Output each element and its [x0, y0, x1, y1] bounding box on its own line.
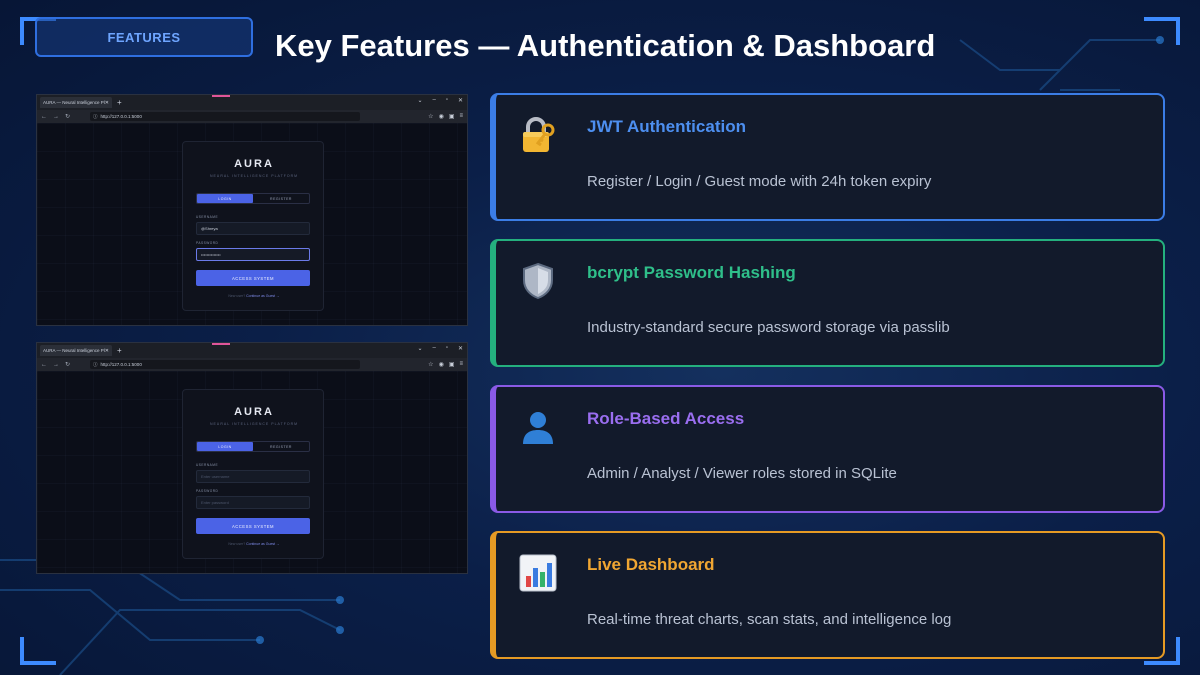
continue-as-guest-link[interactable]: Continue as Guest →	[246, 542, 279, 546]
browser-tab-title: AURA — Neural Intelligence Platfor	[43, 100, 105, 105]
slide-title: Key Features — Authentication & Dashboar…	[275, 28, 936, 63]
access-system-button[interactable]: ACCESS SYSTEM	[196, 518, 310, 534]
accent-bar	[212, 343, 230, 345]
tab-login[interactable]: LOGIN	[197, 194, 253, 203]
close-window-icon[interactable]: ✕	[458, 345, 463, 352]
feature-card-jwt: JWT Authentication Register / Login / Gu…	[490, 93, 1165, 221]
feature-card-roles: Role-Based Access Admin / Analyst / View…	[490, 385, 1165, 513]
page-viewport: AURA NEURAL INTELLIGENCE PLATFORM LOGIN …	[37, 371, 467, 573]
accent-bar	[212, 95, 230, 97]
browser-nav-bar: ← → ↻ ⓘ http://127.0.0.1:5000 ☆ ◉ ▣ ≡	[37, 110, 467, 123]
guest-prefix: New user?	[228, 542, 246, 546]
close-tab-icon[interactable]: ✕	[105, 100, 109, 106]
window-controls: ⌄ – ▫ ✕	[417, 97, 463, 104]
minimize-icon[interactable]: –	[432, 97, 435, 104]
forward-arrow-icon[interactable]: →	[53, 114, 59, 120]
login-screenshot-filled: AURA — Neural Intelligence Platfor ✕ + ⌄…	[36, 94, 468, 326]
feature-card-dashboard: Live Dashboard Real-time threat charts, …	[490, 531, 1165, 659]
account-icon[interactable]: ◉	[439, 113, 444, 120]
browser-tab-bar: AURA — Neural Intelligence Platfor ✕ + ⌄…	[37, 95, 467, 110]
maximize-icon[interactable]: ▫	[446, 97, 448, 104]
page-viewport: AURA NEURAL INTELLIGENCE PLATFORM LOGIN …	[37, 123, 467, 325]
auth-mode-toggle: LOGIN REGISTER	[196, 193, 310, 204]
app-logo: AURA	[234, 406, 274, 418]
tab-login[interactable]: LOGIN	[197, 442, 253, 451]
feature-description: Register / Login / Guest mode with 24h t…	[587, 173, 932, 190]
back-arrow-icon[interactable]: ←	[41, 362, 47, 368]
padlock-key-icon	[518, 115, 558, 155]
browser-tab-title: AURA — Neural Intelligence Platfor	[43, 348, 105, 353]
feature-card-bcrypt: bcrypt Password Hashing Industry-standar…	[490, 239, 1165, 367]
corner-bracket-bottom-left	[20, 637, 56, 665]
forward-arrow-icon[interactable]: →	[53, 362, 59, 368]
feature-title: JWT Authentication	[587, 117, 746, 136]
chevron-down-icon[interactable]: ⌄	[417, 345, 422, 352]
username-label: USERNAME	[196, 463, 219, 467]
user-silhouette-icon	[518, 407, 558, 447]
guest-prefix: New user?	[228, 294, 246, 298]
login-card: AURA NEURAL INTELLIGENCE PLATFORM LOGIN …	[182, 389, 324, 559]
menu-icon[interactable]: ≡	[459, 361, 463, 368]
username-field[interactable]: Enter username	[196, 470, 310, 483]
password-label: PASSWORD	[196, 241, 219, 245]
reload-icon[interactable]: ↻	[65, 361, 70, 368]
bookmark-star-icon[interactable]: ☆	[428, 361, 433, 368]
username-label: USERNAME	[196, 215, 219, 219]
feature-description: Admin / Analyst / Viewer roles stored in…	[587, 465, 897, 482]
password-field[interactable]: Enter password	[196, 496, 310, 509]
extensions-icon[interactable]: ▣	[449, 361, 455, 368]
guest-row: New user? Continue as Guest →	[183, 542, 325, 546]
tab-register[interactable]: REGISTER	[253, 194, 309, 203]
close-window-icon[interactable]: ✕	[458, 97, 463, 104]
corner-bracket-top-right	[1144, 17, 1180, 45]
browser-tab[interactable]: AURA — Neural Intelligence Platfor ✕	[40, 345, 112, 356]
feature-title: bcrypt Password Hashing	[587, 263, 796, 282]
address-bar[interactable]: ⓘ http://127.0.0.1:5000	[90, 112, 361, 121]
auth-mode-toggle: LOGIN REGISTER	[196, 441, 310, 452]
browser-nav-bar: ← → ↻ ⓘ http://127.0.0.1:5000 ☆ ◉ ▣ ≡	[37, 358, 467, 371]
url-text: http://127.0.0.1:5000	[100, 362, 142, 367]
minimize-icon[interactable]: –	[432, 345, 435, 352]
login-screenshot-empty: AURA — Neural Intelligence Platfor ✕ + ⌄…	[36, 342, 468, 574]
login-card: AURA NEURAL INTELLIGENCE PLATFORM LOGIN …	[182, 141, 324, 311]
feature-description: Real-time threat charts, scan stats, and…	[587, 611, 952, 628]
maximize-icon[interactable]: ▫	[446, 345, 448, 352]
back-arrow-icon[interactable]: ←	[41, 114, 47, 120]
feature-title: Live Dashboard	[587, 555, 715, 574]
toolbar-icons: ☆ ◉ ▣ ≡	[428, 361, 463, 368]
app-subtitle: NEURAL INTELLIGENCE PLATFORM	[209, 422, 299, 426]
address-bar[interactable]: ⓘ http://127.0.0.1:5000	[90, 360, 361, 369]
new-tab-icon[interactable]: +	[117, 98, 122, 107]
window-controls: ⌄ – ▫ ✕	[417, 345, 463, 352]
browser-tab-bar: AURA — Neural Intelligence Platfor ✕ + ⌄…	[37, 343, 467, 358]
password-label: PASSWORD	[196, 489, 219, 493]
reload-icon[interactable]: ↻	[65, 113, 70, 120]
app-logo: AURA	[234, 158, 274, 170]
close-tab-icon[interactable]: ✕	[105, 348, 109, 354]
shield-icon	[518, 261, 558, 301]
menu-icon[interactable]: ≡	[459, 113, 463, 120]
feature-description: Industry-standard secure password storag…	[587, 319, 950, 336]
feature-title: Role-Based Access	[587, 409, 745, 428]
username-field[interactable]: @Shreya	[196, 222, 310, 235]
tab-register[interactable]: REGISTER	[253, 442, 309, 451]
extensions-icon[interactable]: ▣	[449, 113, 455, 120]
app-subtitle: NEURAL INTELLIGENCE PLATFORM	[209, 174, 299, 178]
bar-chart-icon	[518, 553, 558, 593]
continue-as-guest-link[interactable]: Continue as Guest →	[246, 294, 279, 298]
password-field[interactable]: ••••••••••••••	[196, 248, 310, 261]
account-icon[interactable]: ◉	[439, 361, 444, 368]
site-info-icon: ⓘ	[93, 361, 98, 367]
site-info-icon: ⓘ	[93, 113, 98, 119]
chevron-down-icon[interactable]: ⌄	[417, 97, 422, 104]
bookmark-star-icon[interactable]: ☆	[428, 113, 433, 120]
guest-row: New user? Continue as Guest →	[183, 294, 325, 298]
section-tag: FEATURES	[35, 17, 253, 57]
toolbar-icons: ☆ ◉ ▣ ≡	[428, 113, 463, 120]
browser-tab[interactable]: AURA — Neural Intelligence Platfor ✕	[40, 97, 112, 108]
new-tab-icon[interactable]: +	[117, 346, 122, 355]
access-system-button[interactable]: ACCESS SYSTEM	[196, 270, 310, 286]
url-text: http://127.0.0.1:5000	[100, 114, 142, 119]
